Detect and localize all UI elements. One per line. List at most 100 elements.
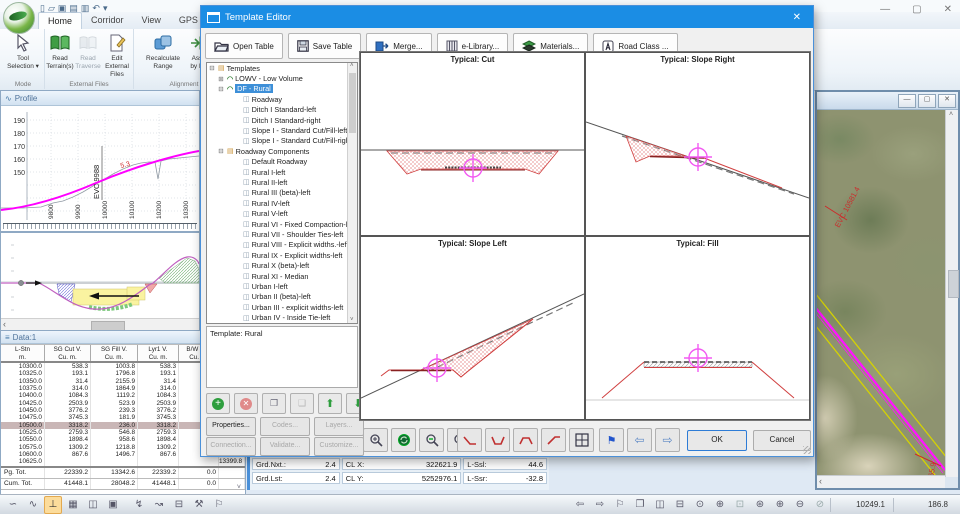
tree-item[interactable]: ◫Urban II (beta)-left — [207, 292, 357, 302]
preview-cut[interactable]: Typical: Cut — [360, 52, 585, 236]
scroll-left-icon[interactable]: ‹ — [3, 319, 6, 329]
tree-expander-icon[interactable]: ⊞ — [217, 75, 225, 83]
print-preview-icon[interactable]: ▥ — [81, 2, 90, 14]
zoom-out-button[interactable] — [419, 428, 444, 452]
new-file-icon[interactable]: ▯ — [40, 2, 45, 14]
connection-button[interactable]: Connection... — [206, 437, 256, 456]
tree-item[interactable]: ◫Rural IV-left — [207, 198, 357, 208]
properties-button[interactable]: Properties... — [206, 417, 256, 436]
curve-tool-icon[interactable]: ↝ — [150, 496, 168, 514]
dialog-close-icon[interactable]: ✕ — [787, 12, 807, 23]
previous-button[interactable]: ⇦ — [627, 428, 652, 452]
paste-button[interactable]: ❑ — [290, 393, 314, 414]
move-up-button[interactable]: ⬆ — [318, 393, 342, 414]
tree-item[interactable]: ◫Rural II-left — [207, 177, 357, 187]
tree-scrollbar[interactable]: ˄ ˅ — [347, 63, 357, 323]
profile-titlebar[interactable]: ∿ Profile — [1, 91, 199, 106]
scroll-down-icon[interactable]: ˅ — [350, 317, 354, 323]
threed-view-icon[interactable]: ▣ — [104, 496, 122, 514]
section-view[interactable] — [1, 233, 199, 318]
plan-minimize-icon[interactable]: — — [898, 94, 916, 108]
tree-item[interactable]: ◫Rural VII - Shoulder Ties-left — [207, 229, 357, 239]
tree-item[interactable]: ◫Rural III (beta)-left — [207, 188, 357, 198]
validate-button[interactable]: Validate... — [260, 437, 310, 456]
berm-component-icon[interactable] — [513, 428, 538, 452]
table-scroll-down-icon[interactable]: ˅ — [237, 484, 241, 491]
add-button[interactable]: + — [206, 393, 230, 414]
step-forward-icon[interactable]: ⇨ — [591, 496, 609, 514]
preview-slope-right[interactable]: Typical: Slope Right — [585, 52, 810, 236]
tree-item[interactable]: ⊟▤Templates — [207, 63, 357, 73]
plan-titlebar[interactable]: — ▢ ✕ — [817, 92, 958, 110]
tree-item[interactable]: ◫Urban I-left — [207, 281, 357, 291]
scroll-up-icon[interactable]: ˄ — [949, 111, 953, 118]
tree-item[interactable]: ◫Slope I - Standard Cut/Fill-right — [207, 136, 357, 146]
quick-tool-icon[interactable]: ↯ — [130, 496, 148, 514]
zoom-off-icon[interactable]: ⊘ — [811, 496, 829, 514]
resize-grip[interactable] — [803, 446, 811, 454]
zoom-out-icon[interactable]: ⊖ — [791, 496, 809, 514]
tree-item[interactable]: ◫Rural V-left — [207, 208, 357, 218]
find-icon[interactable]: ⊙ — [691, 496, 709, 514]
tool-selection-button[interactable]: Tool Selection ▾ — [2, 31, 44, 71]
tree-expander-icon[interactable]: ⊟ — [217, 147, 225, 155]
plan-maximize-icon[interactable]: ▢ — [918, 94, 936, 108]
delete-button[interactable]: ✕ — [234, 393, 258, 414]
tree-item[interactable]: ◫Default Roadway — [207, 157, 357, 167]
tree-item[interactable]: ◫Rural I-left — [207, 167, 357, 177]
open-table-button[interactable]: Open Table — [205, 33, 283, 59]
preview-fill[interactable]: Typical: Fill — [585, 236, 810, 420]
multipane-view-icon[interactable]: ◫ — [84, 496, 102, 514]
cascade-windows-icon[interactable]: ❐ — [631, 496, 649, 514]
refresh-view-button[interactable] — [391, 428, 416, 452]
plan-view-icon[interactable]: ∽ — [4, 496, 22, 514]
slope-component-icon[interactable] — [457, 428, 482, 452]
aerial-imagery[interactable]: EVC 10581.4 BC 10955.9 — [817, 110, 945, 477]
scroll-up-icon[interactable]: ˄ — [350, 63, 354, 69]
qat-caret-icon[interactable]: ▾ — [103, 2, 108, 14]
read-terrains-button[interactable]: Read Terrain(s) — [45, 31, 75, 71]
table-row[interactable]: 10625.013399.8 — [1, 458, 245, 465]
tree-item[interactable]: ◫Rural VIII - Explicit widths.-left — [207, 240, 357, 250]
tree-item[interactable]: ⊟◠DF - Rural — [207, 84, 357, 94]
maximize-icon[interactable]: ▢ — [912, 4, 921, 15]
zoom-in-icon[interactable]: ⊕ — [771, 496, 789, 514]
ribbon-tab[interactable]: Corridor — [82, 12, 133, 29]
close-icon[interactable]: ✕ — [944, 4, 952, 15]
section-hscrollbar[interactable]: ‹ — [1, 318, 199, 330]
ok-button[interactable]: OK — [687, 430, 747, 451]
minimize-icon[interactable]: — — [880, 4, 890, 15]
flag-icon[interactable]: ⚐ — [611, 496, 629, 514]
layers-button[interactable]: Layers... — [314, 417, 364, 436]
undo-icon[interactable]: ↶ — [92, 2, 100, 14]
zoom-lock-icon[interactable]: ⊡ — [731, 496, 749, 514]
profile-chart[interactable]: 190 180 170 160 150 9800 9900 10000 1010… — [1, 106, 199, 226]
tree-item[interactable]: ◫Urban III - explicit widths-left — [207, 302, 357, 312]
tree-item[interactable]: ◫Roadway — [207, 94, 357, 104]
copy-button[interactable]: ❐ — [262, 393, 286, 414]
preview-slope-left[interactable]: Typical: Slope Left — [360, 236, 585, 420]
split-horizontal-icon[interactable]: ⊟ — [671, 496, 689, 514]
tree-expander-icon[interactable]: ⊟ — [208, 64, 216, 72]
tree-item[interactable]: ◫Slope I - Standard Cut/Fill-left — [207, 125, 357, 135]
tree-item[interactable]: ◫Ditch I Standard-right — [207, 115, 357, 125]
tree-expander-icon[interactable]: ⊟ — [217, 85, 225, 93]
codes-button[interactable]: Codes... — [260, 417, 310, 436]
zoom-window-button[interactable] — [363, 428, 388, 452]
fillslope-component-icon[interactable] — [541, 428, 566, 452]
read-traverse-button[interactable]: Read Traverse — [75, 31, 101, 71]
flag-button[interactable]: ⚑ — [599, 428, 624, 452]
tools-icon[interactable]: ⚒ — [190, 496, 208, 514]
plan-vscrollbar[interactable]: ˄ — [945, 110, 958, 477]
pan-icon[interactable]: ⊛ — [751, 496, 769, 514]
ribbon-tab[interactable]: Home — [38, 12, 82, 29]
step-back-icon[interactable]: ⇦ — [571, 496, 589, 514]
profile-view-icon[interactable]: ∿ — [24, 496, 42, 514]
edit-external-files-button[interactable]: Edit External Files — [101, 31, 133, 79]
ribbon-tab[interactable]: View — [133, 12, 170, 29]
data-view-icon[interactable]: ▦ — [64, 496, 82, 514]
tree-item[interactable]: ◫Rural VI - Fixed Compaction-left — [207, 219, 357, 229]
tree-item[interactable]: ◫Urban IV - Inside Tie-left — [207, 312, 357, 322]
next-button[interactable]: ⇨ — [655, 428, 680, 452]
zoom-extents-icon[interactable]: ⊕ — [711, 496, 729, 514]
